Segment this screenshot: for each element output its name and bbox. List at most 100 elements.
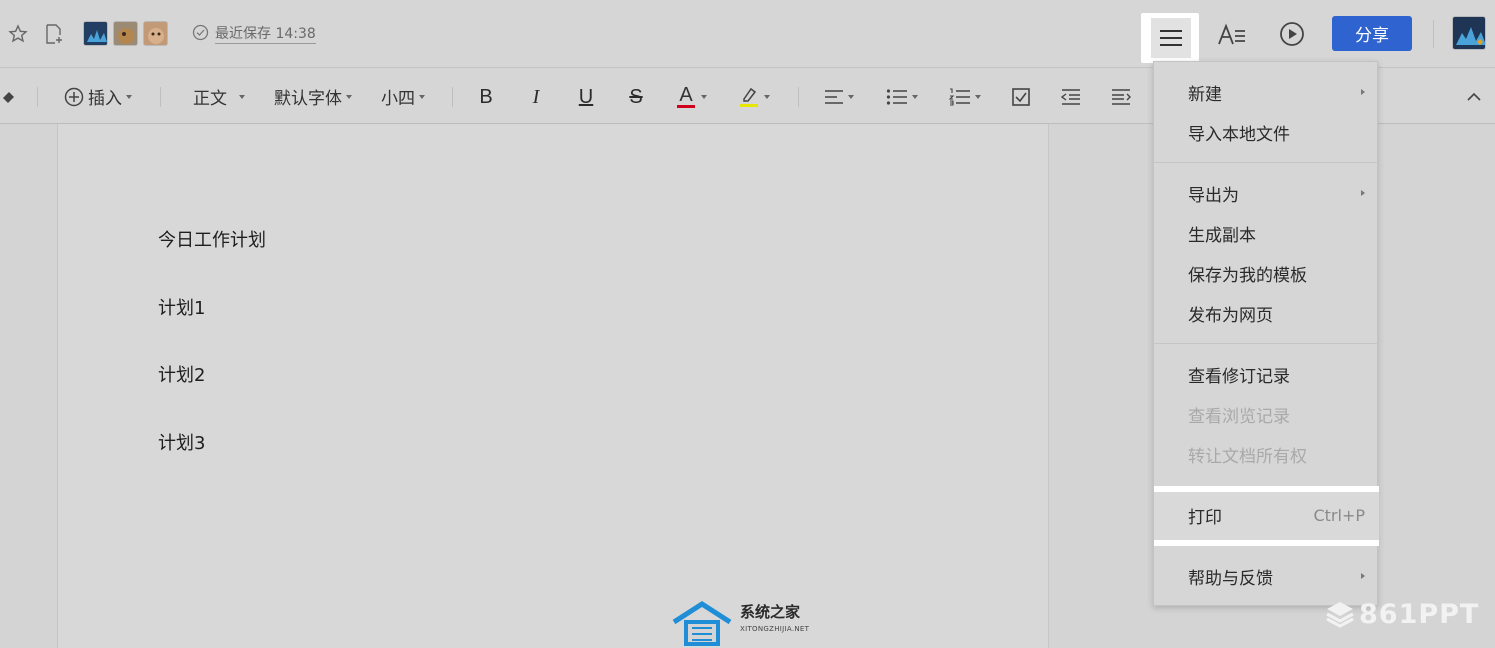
avatar[interactable] bbox=[83, 21, 108, 46]
text-format-icon[interactable] bbox=[1214, 18, 1250, 52]
chevron-down-icon bbox=[912, 94, 918, 99]
menu-icon bbox=[1151, 18, 1191, 58]
site-watermark: 系统之家 XITONGZHIJIA.NET bbox=[672, 598, 822, 648]
font-color-letter: A bbox=[679, 84, 693, 106]
chevron-down-icon bbox=[764, 94, 770, 99]
menu-item-import-local-file[interactable]: 导入本地文件 bbox=[1154, 112, 1379, 152]
user-avatar[interactable] bbox=[1452, 16, 1486, 50]
watermark-brand: 861PPT bbox=[1359, 598, 1480, 630]
menu-item-new[interactable]: 新建 bbox=[1154, 72, 1379, 112]
menu-item-label: 新建 bbox=[1188, 84, 1222, 105]
divider bbox=[798, 87, 799, 107]
menu-item-transfer-ownership: 转让文档所有权 bbox=[1154, 434, 1379, 474]
menu-item-make-copy[interactable]: 生成副本 bbox=[1154, 213, 1379, 253]
font-size-select[interactable]: 小四 bbox=[381, 69, 425, 124]
chevron-down-icon bbox=[701, 94, 707, 99]
paragraph-style-select[interactable]: 正文 bbox=[193, 69, 245, 124]
divider bbox=[160, 87, 161, 107]
highlight-button[interactable] bbox=[740, 69, 770, 124]
check-circle-icon bbox=[192, 24, 209, 45]
document-line[interactable]: 今日工作计划 bbox=[158, 226, 266, 252]
save-status: 最近保存 14:38 bbox=[192, 23, 316, 45]
document-page[interactable]: 今日工作计划 计划1 计划2 计划3 bbox=[57, 124, 1049, 648]
collapse-toolbar-icon[interactable] bbox=[1460, 83, 1488, 111]
align-left-icon bbox=[824, 89, 844, 105]
menu-item-label: 导入本地文件 bbox=[1188, 124, 1290, 145]
watermark-site-name: 系统之家 bbox=[740, 603, 801, 621]
menu-item-label: 帮助与反馈 bbox=[1188, 568, 1273, 589]
star-icon[interactable] bbox=[6, 22, 30, 46]
font-color-button[interactable]: A bbox=[677, 69, 707, 124]
menu-item-label: 保存为我的模板 bbox=[1188, 265, 1307, 286]
menu-item-revision-history[interactable]: 查看修订记录 bbox=[1154, 354, 1379, 394]
document-line[interactable]: 计划1 bbox=[158, 294, 205, 320]
avatar[interactable] bbox=[113, 21, 138, 46]
chevron-down-icon bbox=[848, 94, 854, 99]
layers-icon bbox=[1325, 599, 1355, 629]
menu-item-label: 查看修订记录 bbox=[1188, 366, 1290, 387]
menu-item-export-as[interactable]: 导出为 bbox=[1154, 173, 1379, 213]
divider bbox=[1433, 20, 1434, 48]
plus-circle-icon bbox=[64, 87, 84, 107]
watermark-site-url: XITONGZHIJIA.NET bbox=[740, 625, 810, 633]
numbered-list-icon bbox=[949, 87, 971, 106]
menu-item-view-history: 查看浏览记录 bbox=[1154, 394, 1379, 434]
chevron-right-icon bbox=[1361, 573, 1365, 579]
chevron-right-icon bbox=[1361, 89, 1365, 95]
font-family-label: 默认字体 bbox=[274, 89, 342, 109]
house-logo-icon bbox=[672, 600, 734, 648]
font-color-swatch bbox=[677, 105, 695, 108]
avatar[interactable] bbox=[143, 21, 168, 46]
chevron-down-icon bbox=[346, 94, 352, 99]
document-line[interactable]: 计划2 bbox=[158, 361, 205, 387]
numbered-list-button[interactable] bbox=[949, 69, 981, 124]
menu-divider bbox=[1154, 343, 1379, 344]
menu-item-print[interactable]: 打印 Ctrl+P bbox=[1154, 495, 1379, 535]
indent-icon[interactable] bbox=[1107, 83, 1135, 111]
outdent-icon[interactable] bbox=[1057, 83, 1085, 111]
highlight-swatch bbox=[740, 104, 758, 107]
menu-item-label: 导出为 bbox=[1188, 185, 1239, 206]
chevron-down-icon bbox=[239, 94, 245, 99]
chevron-down-icon bbox=[975, 94, 981, 99]
chevron-right-icon bbox=[1361, 190, 1365, 196]
menu-item-label: 查看浏览记录 bbox=[1188, 406, 1290, 427]
insert-menu[interactable]: 插入 bbox=[64, 69, 132, 124]
highlighter-icon bbox=[740, 86, 758, 104]
menu-item-save-as-template[interactable]: 保存为我的模板 bbox=[1154, 253, 1379, 293]
menu-item-label: 打印 bbox=[1188, 507, 1222, 528]
strikethrough-button[interactable]: S bbox=[622, 83, 650, 111]
bullet-list-icon bbox=[886, 88, 908, 106]
menu-item-label: 发布为网页 bbox=[1188, 305, 1273, 326]
bullet-list-button[interactable] bbox=[886, 69, 918, 124]
menu-item-label: 转让文档所有权 bbox=[1188, 446, 1307, 467]
paragraph-style-label: 正文 bbox=[193, 89, 227, 109]
font-family-select[interactable]: 默认字体 bbox=[274, 69, 352, 124]
menu-item-help-feedback[interactable]: 帮助与反馈 bbox=[1154, 556, 1379, 596]
top-bar: 最近保存 14:38 分享 bbox=[0, 0, 1495, 68]
menu-divider bbox=[1154, 162, 1379, 163]
eraser-icon[interactable] bbox=[0, 83, 22, 111]
menu-button[interactable] bbox=[1141, 13, 1199, 63]
checkbox-list-icon[interactable] bbox=[1007, 83, 1035, 111]
bold-button[interactable]: B bbox=[472, 83, 500, 111]
chevron-down-icon bbox=[419, 94, 425, 99]
font-size-label: 小四 bbox=[381, 89, 415, 109]
document-line[interactable]: 计划3 bbox=[158, 429, 205, 455]
shortcut-label: Ctrl+P bbox=[1313, 505, 1365, 525]
divider bbox=[37, 87, 38, 107]
align-button[interactable] bbox=[824, 69, 854, 124]
save-status-text: 最近保存 14:38 bbox=[215, 25, 316, 44]
insert-label: 插入 bbox=[88, 89, 122, 109]
underline-button[interactable]: U bbox=[572, 83, 600, 111]
divider bbox=[452, 87, 453, 107]
share-button[interactable]: 分享 bbox=[1332, 16, 1412, 51]
file-menu-dropdown: 新建 导入本地文件 导出为 生成副本 保存为我的模板 发布为网页 查看修订记录 … bbox=[1153, 61, 1379, 606]
play-icon[interactable] bbox=[1276, 18, 1308, 50]
add-file-icon[interactable] bbox=[42, 22, 66, 46]
brand-watermark: 861PPT bbox=[1325, 596, 1479, 632]
chevron-down-icon bbox=[126, 94, 132, 99]
menu-item-label: 生成副本 bbox=[1188, 225, 1256, 246]
menu-item-publish-as-webpage[interactable]: 发布为网页 bbox=[1154, 293, 1379, 333]
italic-button[interactable]: I bbox=[522, 83, 550, 111]
